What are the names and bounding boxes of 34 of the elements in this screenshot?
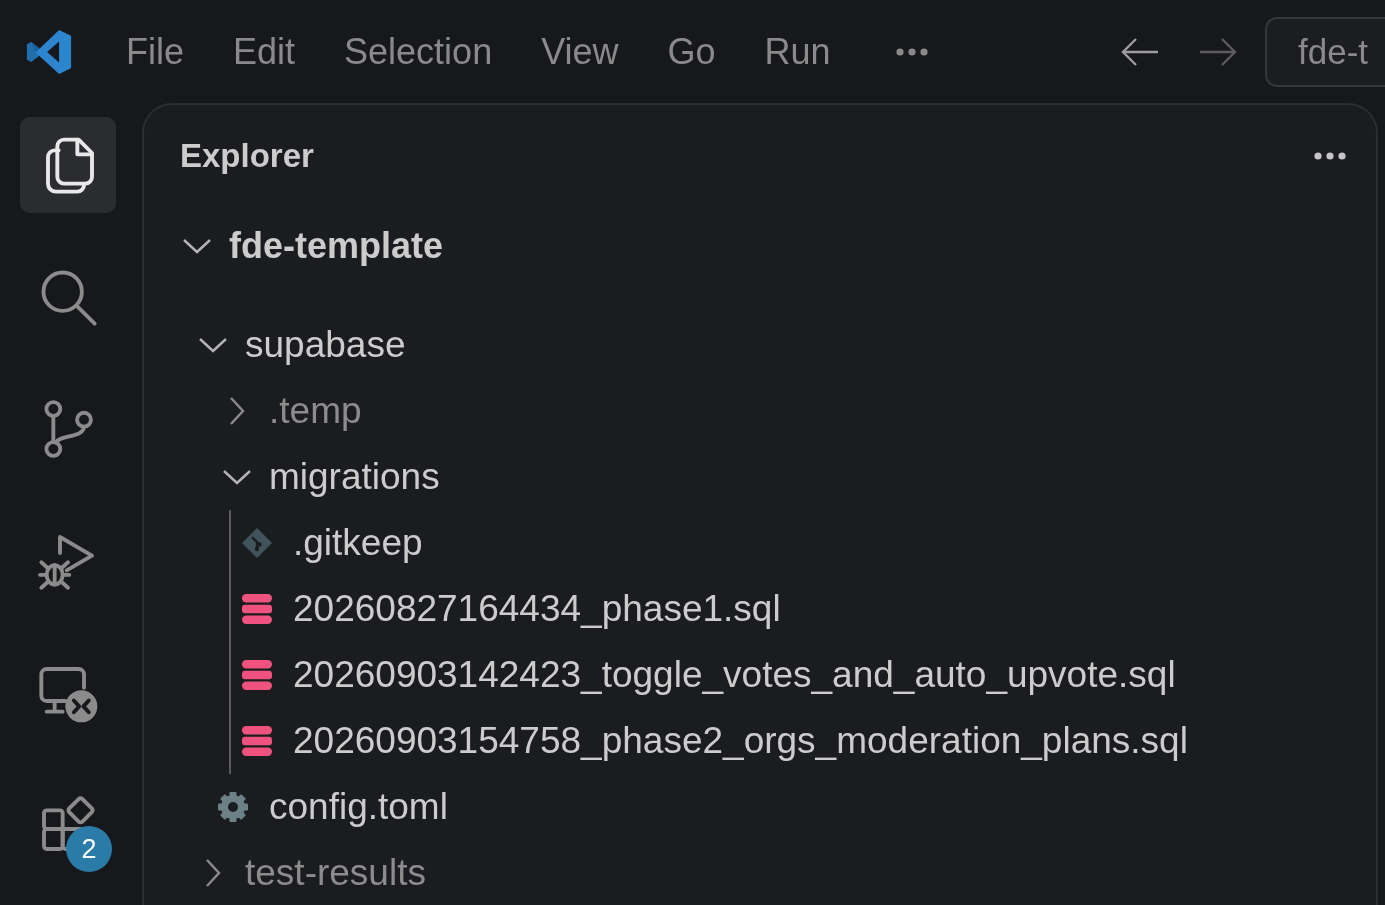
tree-item[interactable]: 20260903142423_toggle_votes_and_auto_upvote.sql — [240, 642, 1176, 708]
tree-item[interactable]: .gitkeep — [240, 510, 423, 576]
tree-item[interactable]: 20260827164434_phase1.sql — [240, 576, 781, 642]
menu-item[interactable]: Edit — [233, 29, 296, 74]
menu-item[interactable]: Run — [764, 29, 831, 74]
tree-item[interactable]: 20260903154758_phase2_orgs_moderation_plans.sql — [240, 708, 1188, 774]
tree-item[interactable]: config.toml — [216, 774, 448, 840]
folder-item[interactable]: .temp — [222, 378, 362, 444]
panel-title: Explorer — [180, 137, 314, 175]
more-actions-button[interactable] — [1314, 152, 1346, 160]
more-menu-button[interactable] — [895, 47, 928, 56]
more-icon — [1314, 152, 1346, 160]
menu-item[interactable]: Selection — [344, 29, 493, 74]
extensions-button[interactable]: 2 — [20, 777, 116, 873]
gear-icon — [217, 791, 249, 823]
menu-item[interactable]: View — [541, 29, 619, 74]
explorer-button[interactable] — [20, 117, 116, 213]
arrow-right-icon — [1198, 36, 1238, 67]
arrow-left-icon — [1120, 36, 1160, 67]
menu-item[interactable]: Go — [667, 29, 716, 74]
back-button[interactable] — [1120, 36, 1160, 67]
app-logo-icon — [25, 27, 73, 76]
count-badge: 2 — [66, 826, 112, 872]
folder-item[interactable]: migrations — [222, 444, 440, 510]
database-icon — [241, 593, 273, 625]
more-icon — [895, 47, 928, 56]
diamond-icon — [241, 527, 273, 559]
menu-item[interactable]: File — [126, 29, 184, 74]
database-icon — [241, 725, 273, 757]
folder-item[interactable]: test-results — [198, 840, 426, 905]
database-icon — [241, 659, 273, 691]
folder-item[interactable]: fde-template — [182, 213, 444, 279]
command-center[interactable]: fde-t — [1265, 16, 1385, 87]
folder-item[interactable]: supabase — [198, 312, 406, 378]
